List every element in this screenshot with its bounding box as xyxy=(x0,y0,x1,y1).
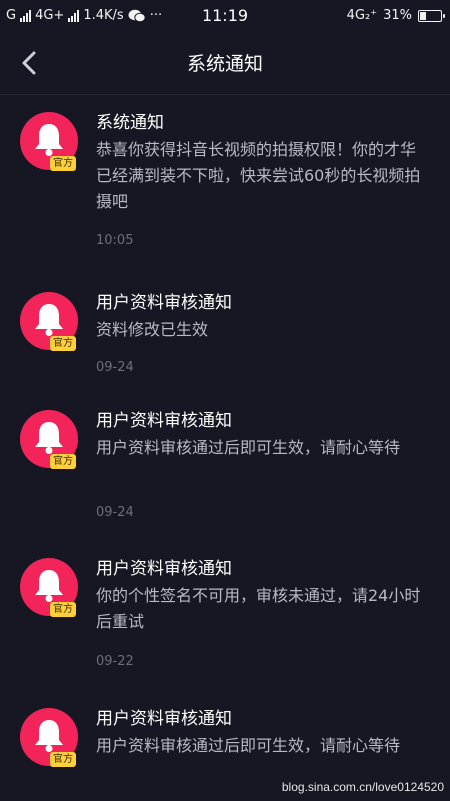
status-bar: G 4G+ 1.4K/s ··· 11:19 4G₂⁺ 31% xyxy=(0,0,450,32)
notification-time: 09-24 xyxy=(96,505,134,520)
notification-item[interactable]: 官方 用户资料审核通知 你的个性签名不可用，审核未通过，请24小时后重试 09-… xyxy=(0,541,450,691)
notification-title: 用户资料审核通知 xyxy=(96,559,232,579)
notification-content: 用户资料审核通知 用户资料审核通过后即可生效，请耐心等待 xyxy=(96,409,426,461)
notification-item[interactable]: 官方 系统通知 恭喜你获得抖音长视频的拍摄权限！你的才华已经满到装不下啦，快来尝… xyxy=(0,95,450,275)
notification-title: 系统通知 xyxy=(96,113,164,133)
battery-fill xyxy=(420,11,426,20)
official-badge: 官方 xyxy=(50,454,76,469)
notification-time: 09-24 xyxy=(96,360,134,375)
notification-body: 资料修改已生效 xyxy=(96,320,209,339)
network-label-right: 4G₂⁺ xyxy=(346,8,378,23)
notification-time: 09-22 xyxy=(96,654,134,669)
notification-title: 用户资料审核通知 xyxy=(96,293,232,313)
watermark: blog.sina.com.cn/love0124520 xyxy=(281,780,444,794)
nav-bar: 系统通知 xyxy=(0,32,450,95)
notification-title: 用户资料审核通知 xyxy=(96,709,232,729)
notification-item[interactable]: 官方 用户资料审核通知 资料修改已生效 09-24 xyxy=(0,275,450,393)
bell-icon xyxy=(35,304,63,336)
notification-avatar: 官方 xyxy=(20,112,78,171)
notification-body: 恭喜你获得抖音长视频的拍摄权限！你的才华已经满到装不下啦，快来尝试60秒的长视频… xyxy=(96,140,421,211)
battery-percent: 31% xyxy=(383,8,412,23)
notification-title: 用户资料审核通知 xyxy=(96,411,232,431)
bell-icon xyxy=(35,720,63,752)
notification-item[interactable]: 官方 用户资料审核通知 用户资料审核通过后即可生效，请耐心等待 09-24 xyxy=(0,393,450,541)
notification-body: 用户资料审核通过后即可生效，请耐心等待 xyxy=(96,438,401,457)
notification-content: 用户资料审核通知 资料修改已生效 xyxy=(96,291,426,343)
notification-body: 用户资料审核通过后即可生效，请耐心等待 xyxy=(96,736,401,755)
notification-avatar: 官方 xyxy=(20,708,78,767)
notification-content: 用户资料审核通知 用户资料审核通过后即可生效，请耐心等待 xyxy=(96,707,426,759)
notification-avatar: 官方 xyxy=(20,558,78,617)
bell-icon xyxy=(35,124,63,156)
official-badge: 官方 xyxy=(50,336,76,351)
official-badge: 官方 xyxy=(50,752,76,767)
notification-time: 10:05 xyxy=(96,233,134,248)
official-badge: 官方 xyxy=(50,156,76,171)
battery-icon xyxy=(418,9,445,22)
page-title: 系统通知 xyxy=(186,53,263,75)
official-badge: 官方 xyxy=(50,602,76,617)
notification-list: 官方 系统通知 恭喜你获得抖音长视频的拍摄权限！你的才华已经满到装不下啦，快来尝… xyxy=(0,95,450,801)
status-right: 4G₂⁺ 31% xyxy=(346,8,445,23)
bell-icon xyxy=(35,570,63,602)
notification-content: 用户资料审核通知 你的个性签名不可用，审核未通过，请24小时后重试 xyxy=(96,557,426,635)
bell-icon xyxy=(35,422,63,454)
notification-avatar: 官方 xyxy=(20,410,78,469)
notification-body: 你的个性签名不可用，审核未通过，请24小时后重试 xyxy=(96,586,421,631)
notification-avatar: 官方 xyxy=(20,292,78,351)
notification-content: 系统通知 恭喜你获得抖音长视频的拍摄权限！你的才华已经满到装不下啦，快来尝试60… xyxy=(96,111,426,215)
